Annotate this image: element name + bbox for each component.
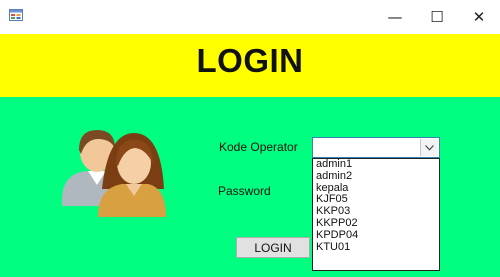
operator-code-combobox[interactable] [312, 137, 440, 158]
close-button[interactable]: ✕ [456, 0, 500, 34]
dropdown-option[interactable]: KPDP04 [313, 229, 439, 242]
title-bar: — ☐ ✕ [0, 0, 500, 34]
users-avatar-icon [62, 130, 166, 217]
login-button[interactable]: LOGIN [236, 237, 310, 258]
dropdown-option[interactable]: KTU01 [313, 241, 439, 254]
minimize-button[interactable]: — [372, 0, 418, 34]
chevron-down-icon [425, 144, 434, 151]
operator-code-label: Kode Operator [219, 140, 298, 154]
operator-code-dropdown-list[interactable]: admin1 admin2 kepala KJF05 KKP03 KKPP02 KPDP04… [312, 158, 440, 271]
header-banner: LOGIN [0, 34, 500, 97]
combobox-dropdown-button[interactable] [420, 139, 438, 156]
password-label: Password [218, 184, 271, 198]
page-title: LOGIN [196, 42, 304, 79]
dropdown-option[interactable]: admin2 [313, 170, 439, 183]
form-app-icon [9, 9, 23, 21]
login-form-panel: Kode Operator Password admin1 admin2 kepal… [0, 97, 500, 277]
maximize-button[interactable]: ☐ [414, 0, 460, 34]
dropdown-option[interactable]: KKPP02 [313, 217, 439, 230]
